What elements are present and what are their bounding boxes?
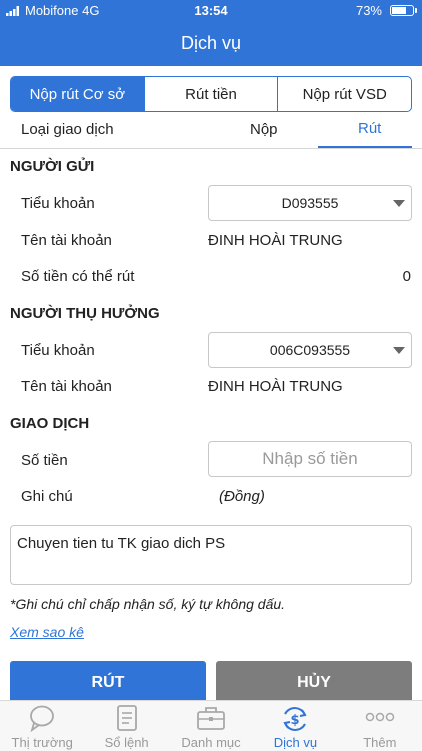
nav-portfolio-label: Danh mục [181, 735, 241, 750]
dropdown-arrow-icon [393, 200, 405, 207]
beneficiary-sub-account-select[interactable]: 006C093555 [208, 332, 412, 368]
sender-account-name-value: ĐINH HOÀI TRUNG [208, 232, 343, 249]
nav-portfolio[interactable]: Danh mục [169, 701, 253, 751]
nav-services-label: Dịch vụ [273, 735, 318, 750]
currency-hint: (Đồng) [219, 488, 265, 505]
view-statement-link[interactable]: Xem sao kê [10, 624, 84, 640]
nav-more-label: Thêm [363, 735, 397, 750]
transaction-heading: GIAO DỊCH [10, 415, 90, 432]
svg-text:$: $ [291, 713, 300, 728]
tab-deposit-withdraw-base[interactable]: Nộp rút Cơ sở [11, 77, 144, 111]
segment-separator [0, 148, 422, 149]
nav-services[interactable]: $ Dịch vụ [253, 701, 337, 751]
nav-market[interactable]: Thị trường [0, 701, 84, 751]
order-book-icon [114, 704, 140, 735]
note-label: Ghi chú [21, 488, 73, 505]
tab-deposit-withdraw-vsd[interactable]: Nộp rút VSD [277, 77, 411, 111]
beneficiary-sub-account-label: Tiểu khoản [21, 342, 95, 359]
withdrawable-label: Số tiền có thể rút [21, 268, 135, 285]
battery-tip [415, 8, 417, 13]
amount-placeholder: Nhập số tiền [262, 449, 358, 468]
tab-withdraw-cash[interactable]: Rút tiền [143, 77, 278, 111]
beneficiary-heading: NGƯỜI THỤ HƯỞNG [10, 305, 160, 322]
sender-account-name-label: Tên tài khoản [21, 232, 112, 249]
amount-input[interactable]: Nhập số tiền [208, 441, 412, 477]
nav-order-book[interactable]: Sổ lệnh [84, 701, 168, 751]
segment-withdraw[interactable]: Rút [358, 120, 381, 137]
cancel-button[interactable]: HỦY [216, 661, 412, 705]
segment-deposit[interactable]: Nộp [250, 121, 278, 138]
transaction-type-label: Loại giao dịch [21, 121, 114, 138]
nav-order-book-label: Sổ lệnh [104, 735, 149, 750]
segment-active-indicator [318, 146, 412, 148]
battery-fill [392, 7, 406, 14]
sender-sub-account-select[interactable]: D093555 [208, 185, 412, 221]
withdrawable-value: 0 [402, 268, 411, 285]
withdraw-button[interactable]: RÚT [10, 661, 206, 705]
status-bar: Mobifone 4G 13:54 73% [0, 0, 422, 22]
more-dots-icon [365, 710, 395, 725]
nav-market-label: Thị trường [11, 735, 73, 750]
amount-label: Số tiền [21, 452, 68, 469]
battery-icon [390, 5, 414, 16]
chat-bubble-icon [28, 704, 56, 735]
bottom-navigation: Thị trường Sổ lệnh Danh mục $ Dịch vụ Th… [0, 700, 422, 751]
service-tabs: Nộp rút Cơ sở Rút tiền Nộp rút VSD [10, 76, 412, 112]
beneficiary-account-name-value: ĐINH HOÀI TRUNG [208, 378, 343, 395]
beneficiary-account-name-label: Tên tài khoản [21, 378, 112, 395]
sender-sub-account-label: Tiểu khoản [21, 195, 95, 212]
briefcase-icon [196, 704, 226, 735]
note-textarea[interactable]: Chuyen tien tu TK giao dich PS [10, 525, 412, 585]
sender-sub-account-value: D093555 [281, 195, 339, 211]
note-hint: *Ghi chú chỉ chấp nhận số, ký tự không d… [10, 596, 286, 612]
battery-percent: 73% [355, 3, 382, 18]
dollar-cycle-icon: $ [280, 704, 310, 737]
beneficiary-sub-account-value: 006C093555 [269, 342, 351, 358]
page-title: Dịch vụ [180, 33, 242, 53]
nav-more[interactable]: Thêm [338, 701, 422, 751]
sender-heading: NGƯỜI GỬI [10, 158, 95, 175]
dropdown-arrow-icon [393, 347, 405, 354]
